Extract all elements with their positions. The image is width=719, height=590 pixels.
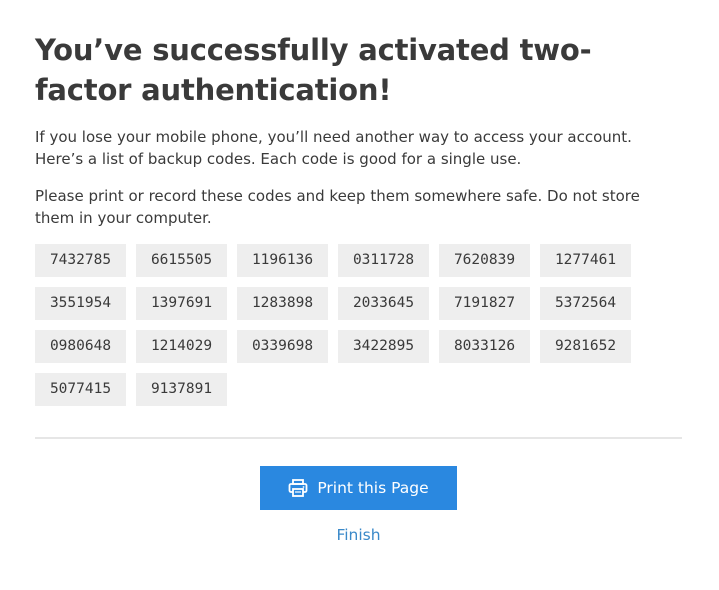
backup-code: 5077415	[35, 373, 126, 406]
backup-code: 5372564	[540, 287, 631, 320]
backup-code: 0339698	[237, 330, 328, 363]
print-page-button[interactable]: Print this Page	[260, 466, 457, 510]
backup-code: 1196136	[237, 244, 328, 277]
backup-info-text: If you lose your mobile phone, you’ll ne…	[35, 128, 632, 168]
backup-code: 1397691	[136, 287, 227, 320]
page-title: You’ve successfully activated two-factor…	[35, 33, 592, 107]
backup-code: 8033126	[439, 330, 530, 363]
divider	[35, 437, 682, 439]
print-button-label: Print this Page	[317, 479, 429, 497]
backup-code: 0311728	[338, 244, 429, 277]
backup-code: 7432785	[35, 244, 126, 277]
backup-codes-list: 7432785 6615505 1196136 0311728 7620839 12774…	[35, 244, 685, 406]
backup-code: 0980648	[35, 330, 126, 363]
backup-code: 2033645	[338, 287, 429, 320]
backup-code: 3551954	[35, 287, 126, 320]
finish-link[interactable]: Finish	[336, 526, 380, 544]
actions: Print this Page Finish	[35, 466, 682, 544]
backup-code: 1277461	[540, 244, 631, 277]
printer-icon	[288, 479, 308, 497]
backup-code: 9281652	[540, 330, 631, 363]
backup-code: 9137891	[136, 373, 227, 406]
page-content: You’ve successfully activated two-factor…	[0, 0, 719, 544]
backup-code: 7620839	[439, 244, 530, 277]
backup-code: 7191827	[439, 287, 530, 320]
backup-code: 3422895	[338, 330, 429, 363]
backup-code: 6615505	[136, 244, 227, 277]
backup-code: 1214029	[136, 330, 227, 363]
backup-warning-text: Please print or record these codes and k…	[35, 187, 640, 227]
backup-code: 1283898	[237, 287, 328, 320]
